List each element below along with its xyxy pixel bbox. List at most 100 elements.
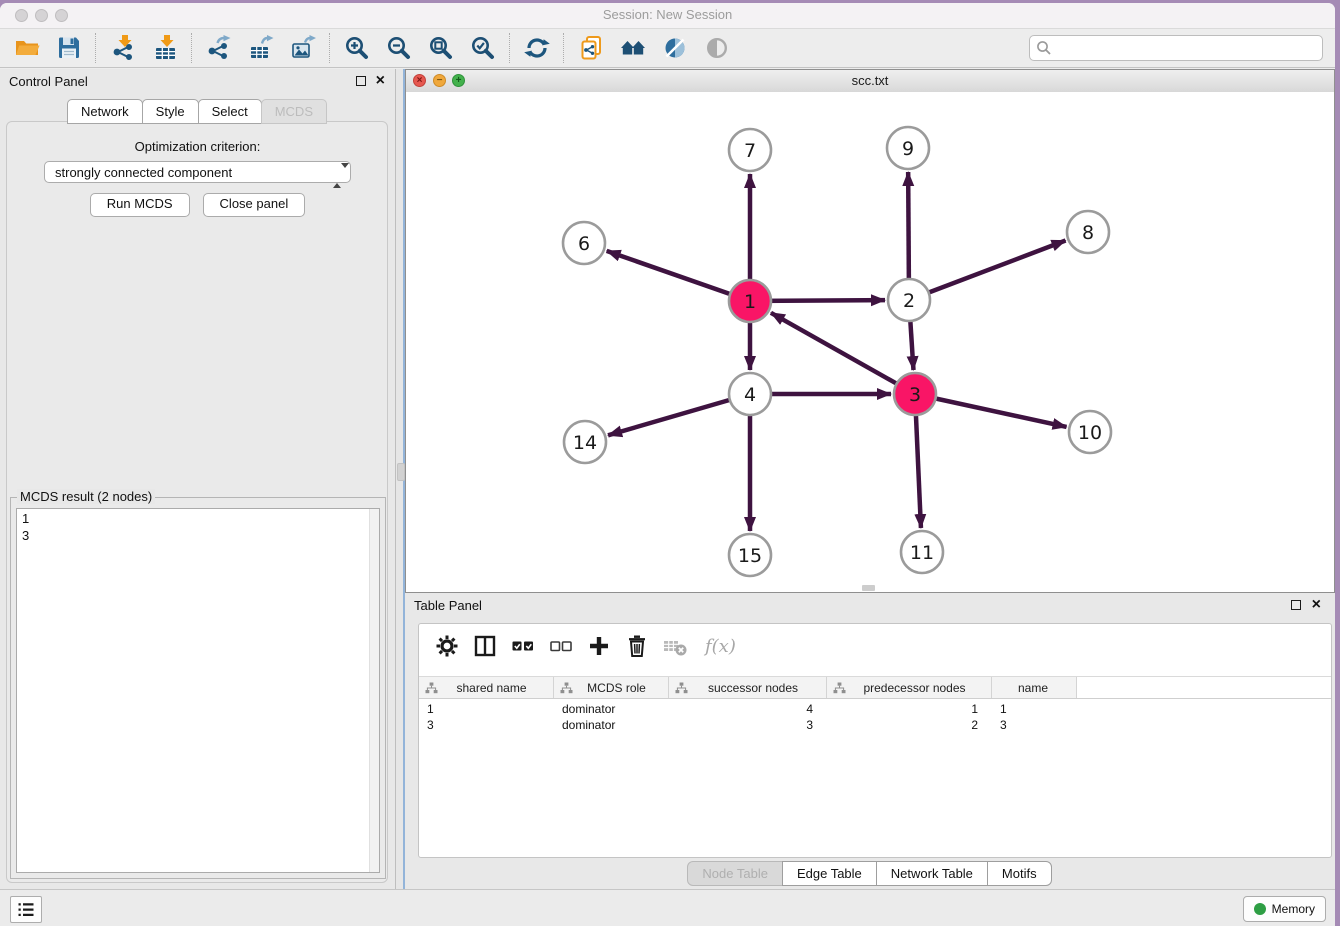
criterion-dropdown[interactable]: strongly connected component bbox=[44, 161, 351, 183]
deselect-all-button[interactable] bbox=[547, 633, 574, 660]
node-label-11: 11 bbox=[910, 542, 934, 564]
node-label-9: 9 bbox=[902, 138, 914, 160]
import-network-button[interactable] bbox=[102, 30, 144, 66]
tab-select[interactable]: Select bbox=[198, 99, 262, 124]
horizontal-splitter-handle[interactable] bbox=[862, 585, 875, 591]
run-mcds-button[interactable]: Run MCDS bbox=[90, 193, 190, 217]
network-canvas[interactable]: 7968124314101511 bbox=[406, 92, 1334, 592]
duplicate-network-button[interactable] bbox=[570, 30, 612, 66]
window-title: Session: New Session bbox=[0, 7, 1335, 22]
close-panel-button[interactable]: Close panel bbox=[203, 193, 306, 217]
mcds-result-group: MCDS result (2 nodes) 1 3 bbox=[10, 497, 386, 879]
column-header-successor-nodes[interactable]: successor nodes bbox=[669, 677, 827, 698]
result-scrollbar[interactable] bbox=[369, 509, 379, 872]
cell-name[interactable]: 3 bbox=[992, 717, 1077, 733]
search-field bbox=[1029, 35, 1323, 61]
close-panel-icon[interactable]: × bbox=[1312, 595, 1321, 615]
show-columns-button[interactable] bbox=[471, 633, 498, 660]
cell-successor-nodes[interactable]: 4 bbox=[669, 701, 827, 717]
column-header-shared-name[interactable]: shared name bbox=[419, 677, 554, 698]
delete-columns-button[interactable] bbox=[623, 633, 650, 660]
fit-content-button[interactable] bbox=[420, 30, 462, 66]
show-graphics-details-button[interactable] bbox=[696, 30, 738, 66]
memory-status-dot bbox=[1254, 903, 1266, 915]
edge-2-8[interactable] bbox=[909, 241, 1066, 300]
refresh-view-button[interactable] bbox=[516, 30, 558, 66]
column-type-icon bbox=[833, 682, 846, 694]
search-icon bbox=[1036, 40, 1052, 56]
mcds-result-box[interactable]: 1 3 bbox=[16, 508, 380, 873]
toolbar-separator bbox=[509, 33, 511, 63]
column-header-name[interactable]: name bbox=[992, 677, 1077, 698]
tab-node-table[interactable]: Node Table bbox=[687, 861, 783, 886]
svg-text:f(x): f(x) bbox=[703, 636, 736, 657]
table-toolbar: f(x) bbox=[419, 624, 1331, 668]
cell-mcds-role[interactable]: dominator bbox=[554, 717, 669, 733]
table-row[interactable]: 1 dominator 4 1 1 bbox=[419, 701, 1331, 717]
column-header-mcds-role[interactable]: MCDS role bbox=[554, 677, 669, 698]
zoom-out-button[interactable] bbox=[378, 30, 420, 66]
details-disabled-icon bbox=[704, 35, 730, 61]
edge-1-6[interactable] bbox=[607, 251, 750, 301]
first-neighbors-button[interactable] bbox=[612, 30, 654, 66]
float-panel-icon[interactable] bbox=[356, 76, 366, 86]
hide-graphics-details-button[interactable] bbox=[654, 30, 696, 66]
cell-successor-nodes[interactable]: 3 bbox=[669, 717, 827, 733]
export-table-button[interactable] bbox=[240, 30, 282, 66]
search-input[interactable] bbox=[1056, 37, 1318, 59]
open-folder-icon bbox=[14, 35, 40, 61]
cell-mcds-role[interactable]: dominator bbox=[554, 701, 669, 717]
tab-style[interactable]: Style bbox=[142, 99, 199, 124]
vertical-splitter[interactable] bbox=[396, 69, 405, 893]
table-settings-button[interactable] bbox=[433, 633, 460, 660]
zoom-selected-icon bbox=[470, 35, 496, 61]
zoom-in-icon bbox=[344, 35, 370, 61]
tab-network-table[interactable]: Network Table bbox=[876, 861, 988, 886]
mcds-result-values: 1 3 bbox=[17, 509, 379, 545]
open-session-button[interactable] bbox=[6, 30, 48, 66]
select-all-button[interactable] bbox=[509, 633, 536, 660]
column-header-predecessor-nodes[interactable]: predecessor nodes bbox=[827, 677, 992, 698]
cell-shared-name[interactable]: 3 bbox=[419, 717, 554, 733]
delete-table-button[interactable] bbox=[661, 633, 688, 660]
cell-name[interactable]: 1 bbox=[992, 701, 1077, 717]
save-session-button[interactable] bbox=[48, 30, 90, 66]
export-image-button[interactable] bbox=[282, 30, 324, 66]
main-toolbar bbox=[0, 29, 1335, 68]
tab-edge-table[interactable]: Edge Table bbox=[782, 861, 877, 886]
tab-mcds[interactable]: MCDS bbox=[261, 99, 327, 124]
import-table-button[interactable] bbox=[144, 30, 186, 66]
zoom-in-button[interactable] bbox=[336, 30, 378, 66]
node-label-1: 1 bbox=[744, 291, 756, 313]
splitter-handle[interactable] bbox=[397, 463, 405, 481]
toolbar-separator bbox=[191, 33, 193, 63]
tab-network[interactable]: Network bbox=[67, 99, 143, 124]
cell-predecessor-nodes[interactable]: 2 bbox=[827, 717, 992, 733]
tab-motifs[interactable]: Motifs bbox=[987, 861, 1052, 886]
cell-shared-name[interactable]: 1 bbox=[419, 701, 554, 717]
export-network-icon bbox=[206, 35, 232, 61]
table-row[interactable]: 3 dominator 3 2 3 bbox=[419, 717, 1331, 733]
function-builder-button[interactable]: f(x) bbox=[699, 633, 739, 660]
edge-3-1[interactable] bbox=[771, 313, 915, 394]
memory-button[interactable]: Memory bbox=[1243, 896, 1326, 922]
checked-boxes-icon bbox=[510, 633, 536, 659]
node-label-6: 6 bbox=[578, 233, 590, 255]
node-label-2: 2 bbox=[903, 290, 915, 312]
close-panel-icon[interactable]: × bbox=[376, 71, 385, 91]
edge-3-10[interactable] bbox=[915, 394, 1067, 427]
float-panel-icon[interactable] bbox=[1291, 600, 1301, 610]
list-icon bbox=[16, 901, 36, 919]
cell-predecessor-nodes[interactable]: 1 bbox=[827, 701, 992, 717]
node-label-8: 8 bbox=[1082, 222, 1094, 244]
network-view-frame: × − + scc.txt 7968124314101511 bbox=[405, 69, 1335, 593]
export-network-button[interactable] bbox=[198, 30, 240, 66]
zoom-selected-button[interactable] bbox=[462, 30, 504, 66]
optimization-criterion-label: Optimization criterion: bbox=[0, 139, 395, 154]
toolbar-separator bbox=[329, 33, 331, 63]
node-label-14: 14 bbox=[573, 432, 597, 454]
task-history-button[interactable] bbox=[10, 896, 42, 923]
columns-icon bbox=[472, 633, 498, 659]
add-column-button[interactable] bbox=[585, 633, 612, 660]
network-frame-titlebar: × − + scc.txt bbox=[406, 70, 1334, 93]
